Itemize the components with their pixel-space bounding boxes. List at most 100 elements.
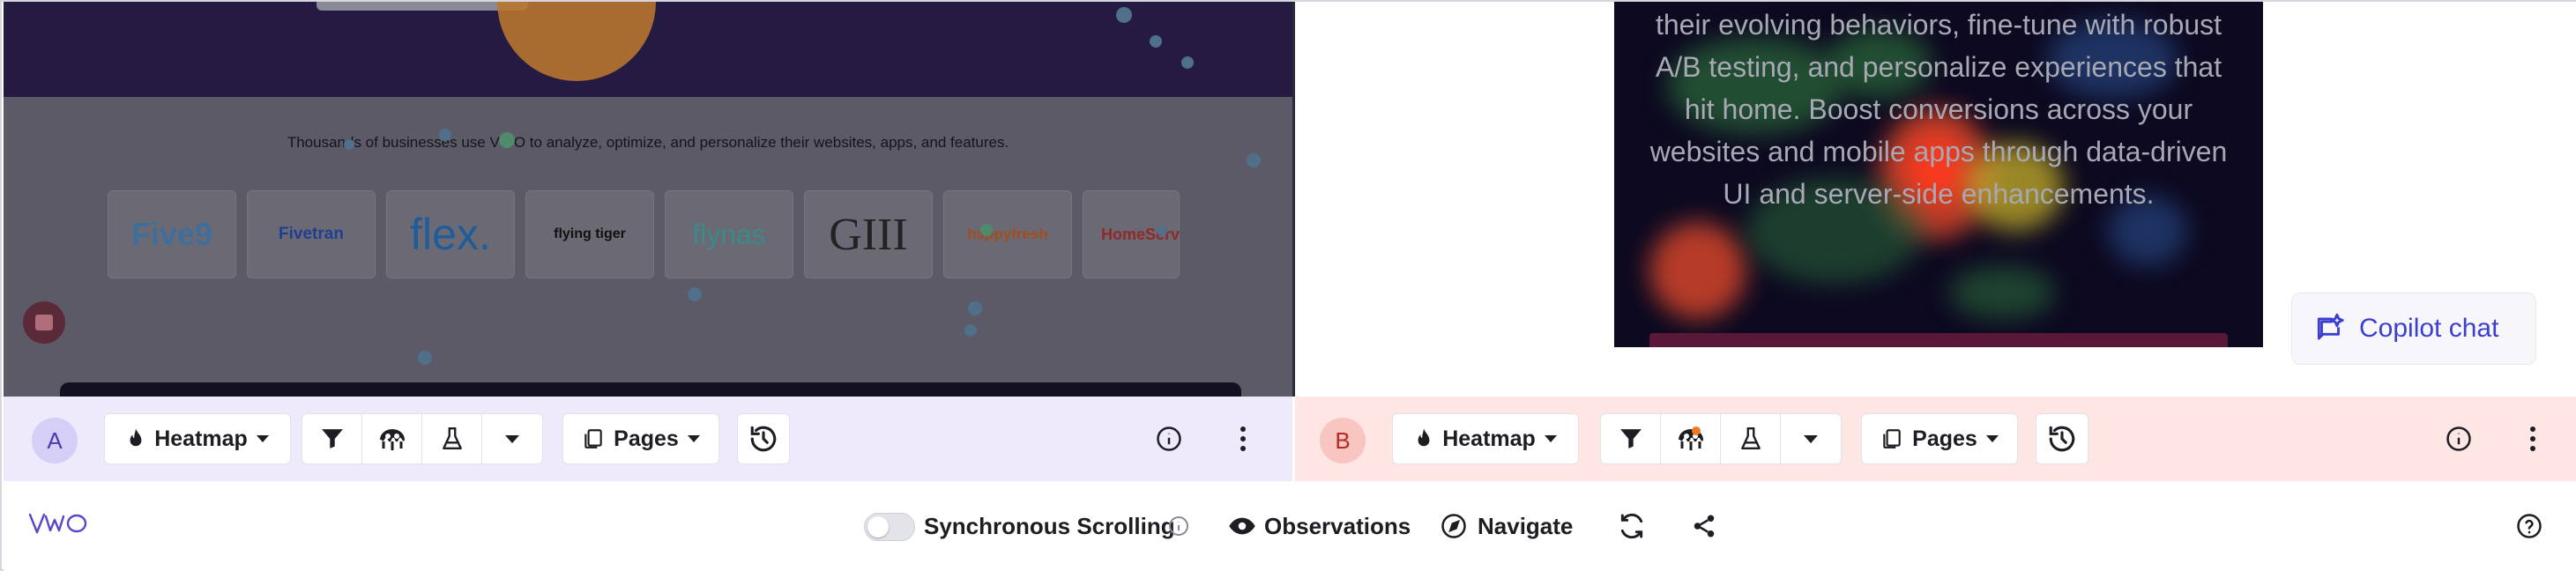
heat-dot xyxy=(1157,226,1167,236)
flask-icon xyxy=(1740,426,1761,449)
segments-button-a[interactable] xyxy=(362,414,423,463)
tagline-text: Thousands of businesses use VWO to analy… xyxy=(287,134,1009,151)
navigate-label[interactable]: Navigate xyxy=(1478,513,1573,540)
heat-dot xyxy=(964,324,977,337)
vwo-logo[interactable] xyxy=(28,511,90,536)
pages-label-a: Pages xyxy=(614,426,679,451)
logo-flying-tiger: flying tiger xyxy=(525,190,654,278)
pages-icon xyxy=(584,429,602,449)
share-button[interactable] xyxy=(1687,509,1721,543)
logo-fivetran: Fivetran xyxy=(247,190,376,278)
customer-logos: Five9 Fivetran flex. flying tiger flynas… xyxy=(108,190,1180,278)
kebab-icon xyxy=(2530,426,2535,451)
heat-dot xyxy=(980,224,993,236)
flame-icon xyxy=(130,428,142,447)
pages-icon xyxy=(1883,429,1901,449)
segments-icon xyxy=(1678,429,1703,450)
help-icon xyxy=(2517,514,2542,538)
chevron-down-icon xyxy=(256,435,269,442)
history-icon xyxy=(2049,426,2075,452)
logo-giii: GIII xyxy=(804,190,933,278)
filter-tools-b xyxy=(1600,413,1842,464)
heatmap-type-dropdown-a[interactable]: Heatmap xyxy=(104,413,291,464)
variation-a-preview[interactable]: Thousands of businesses use VWO to analy… xyxy=(4,2,1292,397)
hero-strip xyxy=(316,2,528,11)
kebab-icon xyxy=(1240,426,1246,451)
heat-dot xyxy=(499,132,515,148)
copilot-chat-button[interactable]: Copilot chat xyxy=(2291,293,2536,365)
chevron-down-icon xyxy=(1804,434,1819,443)
observations-label[interactable]: Observations xyxy=(1264,513,1411,540)
variation-b-preview[interactable]: their evolving behaviors, fine-tune with… xyxy=(1295,2,2576,397)
sync-scroll-toggle[interactable] xyxy=(864,513,915,541)
filter-tools-a xyxy=(302,413,543,464)
experiment-button-a[interactable] xyxy=(422,414,483,463)
chevron-down-icon xyxy=(505,434,520,443)
info-button-b[interactable] xyxy=(2438,418,2480,460)
dark-banner xyxy=(60,382,1241,397)
info-icon xyxy=(2446,426,2471,451)
heatmap-label-b: Heatmap xyxy=(1442,426,1536,451)
navigate-button-icon-wrap[interactable] xyxy=(1437,509,1470,543)
experiment-button-b[interactable] xyxy=(1721,414,1782,463)
info-icon xyxy=(1157,426,1181,451)
heat-dot xyxy=(344,139,354,150)
variation-b-toolbar: B Heatmap Pages xyxy=(1295,397,2576,481)
heat-dot xyxy=(1181,56,1194,69)
chevron-down-icon xyxy=(1985,435,1999,442)
chevron-down-icon xyxy=(687,435,700,442)
heatmap-type-dropdown-b[interactable]: Heatmap xyxy=(1392,413,1579,464)
refresh-icon xyxy=(1620,513,1643,539)
pages-dropdown-a[interactable]: Pages xyxy=(562,413,719,464)
heat-dot xyxy=(1247,153,1261,167)
heat-zone xyxy=(1949,266,2055,319)
segments-button-b[interactable] xyxy=(1661,414,1722,463)
observations-button-icon-wrap[interactable] xyxy=(1225,509,1259,543)
copilot-sparkle-icon xyxy=(2317,313,2344,340)
chevron-down-icon xyxy=(1544,435,1557,442)
history-button-a[interactable] xyxy=(737,413,790,464)
info-button-a[interactable] xyxy=(1148,418,1190,460)
hero-paragraph: their evolving behaviors, fine-tune with… xyxy=(1649,9,2228,210)
filter-icon xyxy=(1619,429,1642,449)
filter-icon xyxy=(321,429,343,449)
eye-icon xyxy=(1229,517,1255,535)
chat-widget-icon[interactable] xyxy=(23,301,65,344)
heat-dot xyxy=(1150,35,1162,48)
logo-flex: flex. xyxy=(386,190,515,278)
more-options-button-b[interactable] xyxy=(2512,418,2554,460)
variation-a-toolbar: A Heatmap Pages xyxy=(4,397,1292,481)
filter-button-b[interactable] xyxy=(1601,414,1662,463)
variation-b-badge: B xyxy=(1320,418,1366,463)
more-filters-dropdown-b[interactable] xyxy=(1781,414,1841,463)
history-icon xyxy=(750,426,777,452)
help-button[interactable] xyxy=(2513,509,2546,543)
more-filters-dropdown-a[interactable] xyxy=(482,414,542,463)
compass-icon xyxy=(1441,514,1466,538)
pages-dropdown-b[interactable]: Pages xyxy=(1861,413,2018,464)
sync-scroll-label: Synchronous Scrolling xyxy=(924,513,1175,539)
copilot-chat-label: Copilot chat xyxy=(2359,314,2499,343)
vwo-logo-icon xyxy=(28,513,87,534)
heatmap-overlay: their evolving behaviors, fine-tune with… xyxy=(1614,2,2263,347)
heat-dot xyxy=(1116,7,1132,23)
pages-label-b: Pages xyxy=(1912,426,1977,451)
flask-icon xyxy=(442,426,462,449)
history-button-b[interactable] xyxy=(2036,413,2088,464)
heat-dot xyxy=(968,301,982,315)
flame-icon xyxy=(1418,428,1430,447)
heat-zone xyxy=(1649,222,1746,319)
heatmap-label-a: Heatmap xyxy=(154,426,248,451)
variation-a-badge: A xyxy=(32,418,78,463)
heat-dot xyxy=(439,129,451,141)
filter-button-a[interactable] xyxy=(302,414,363,463)
footer-bar: Synchronous Scrolling Observations Navig… xyxy=(4,481,2576,571)
hero-section xyxy=(4,2,1292,97)
share-icon xyxy=(1694,515,1715,538)
sync-info-button[interactable] xyxy=(1162,509,1195,543)
logo-flynas: flynas xyxy=(665,190,793,278)
refresh-button[interactable] xyxy=(1615,509,1649,543)
active-filter-indicator xyxy=(1692,426,1701,435)
hero-image xyxy=(497,2,656,81)
more-options-button-a[interactable] xyxy=(1222,418,1264,460)
